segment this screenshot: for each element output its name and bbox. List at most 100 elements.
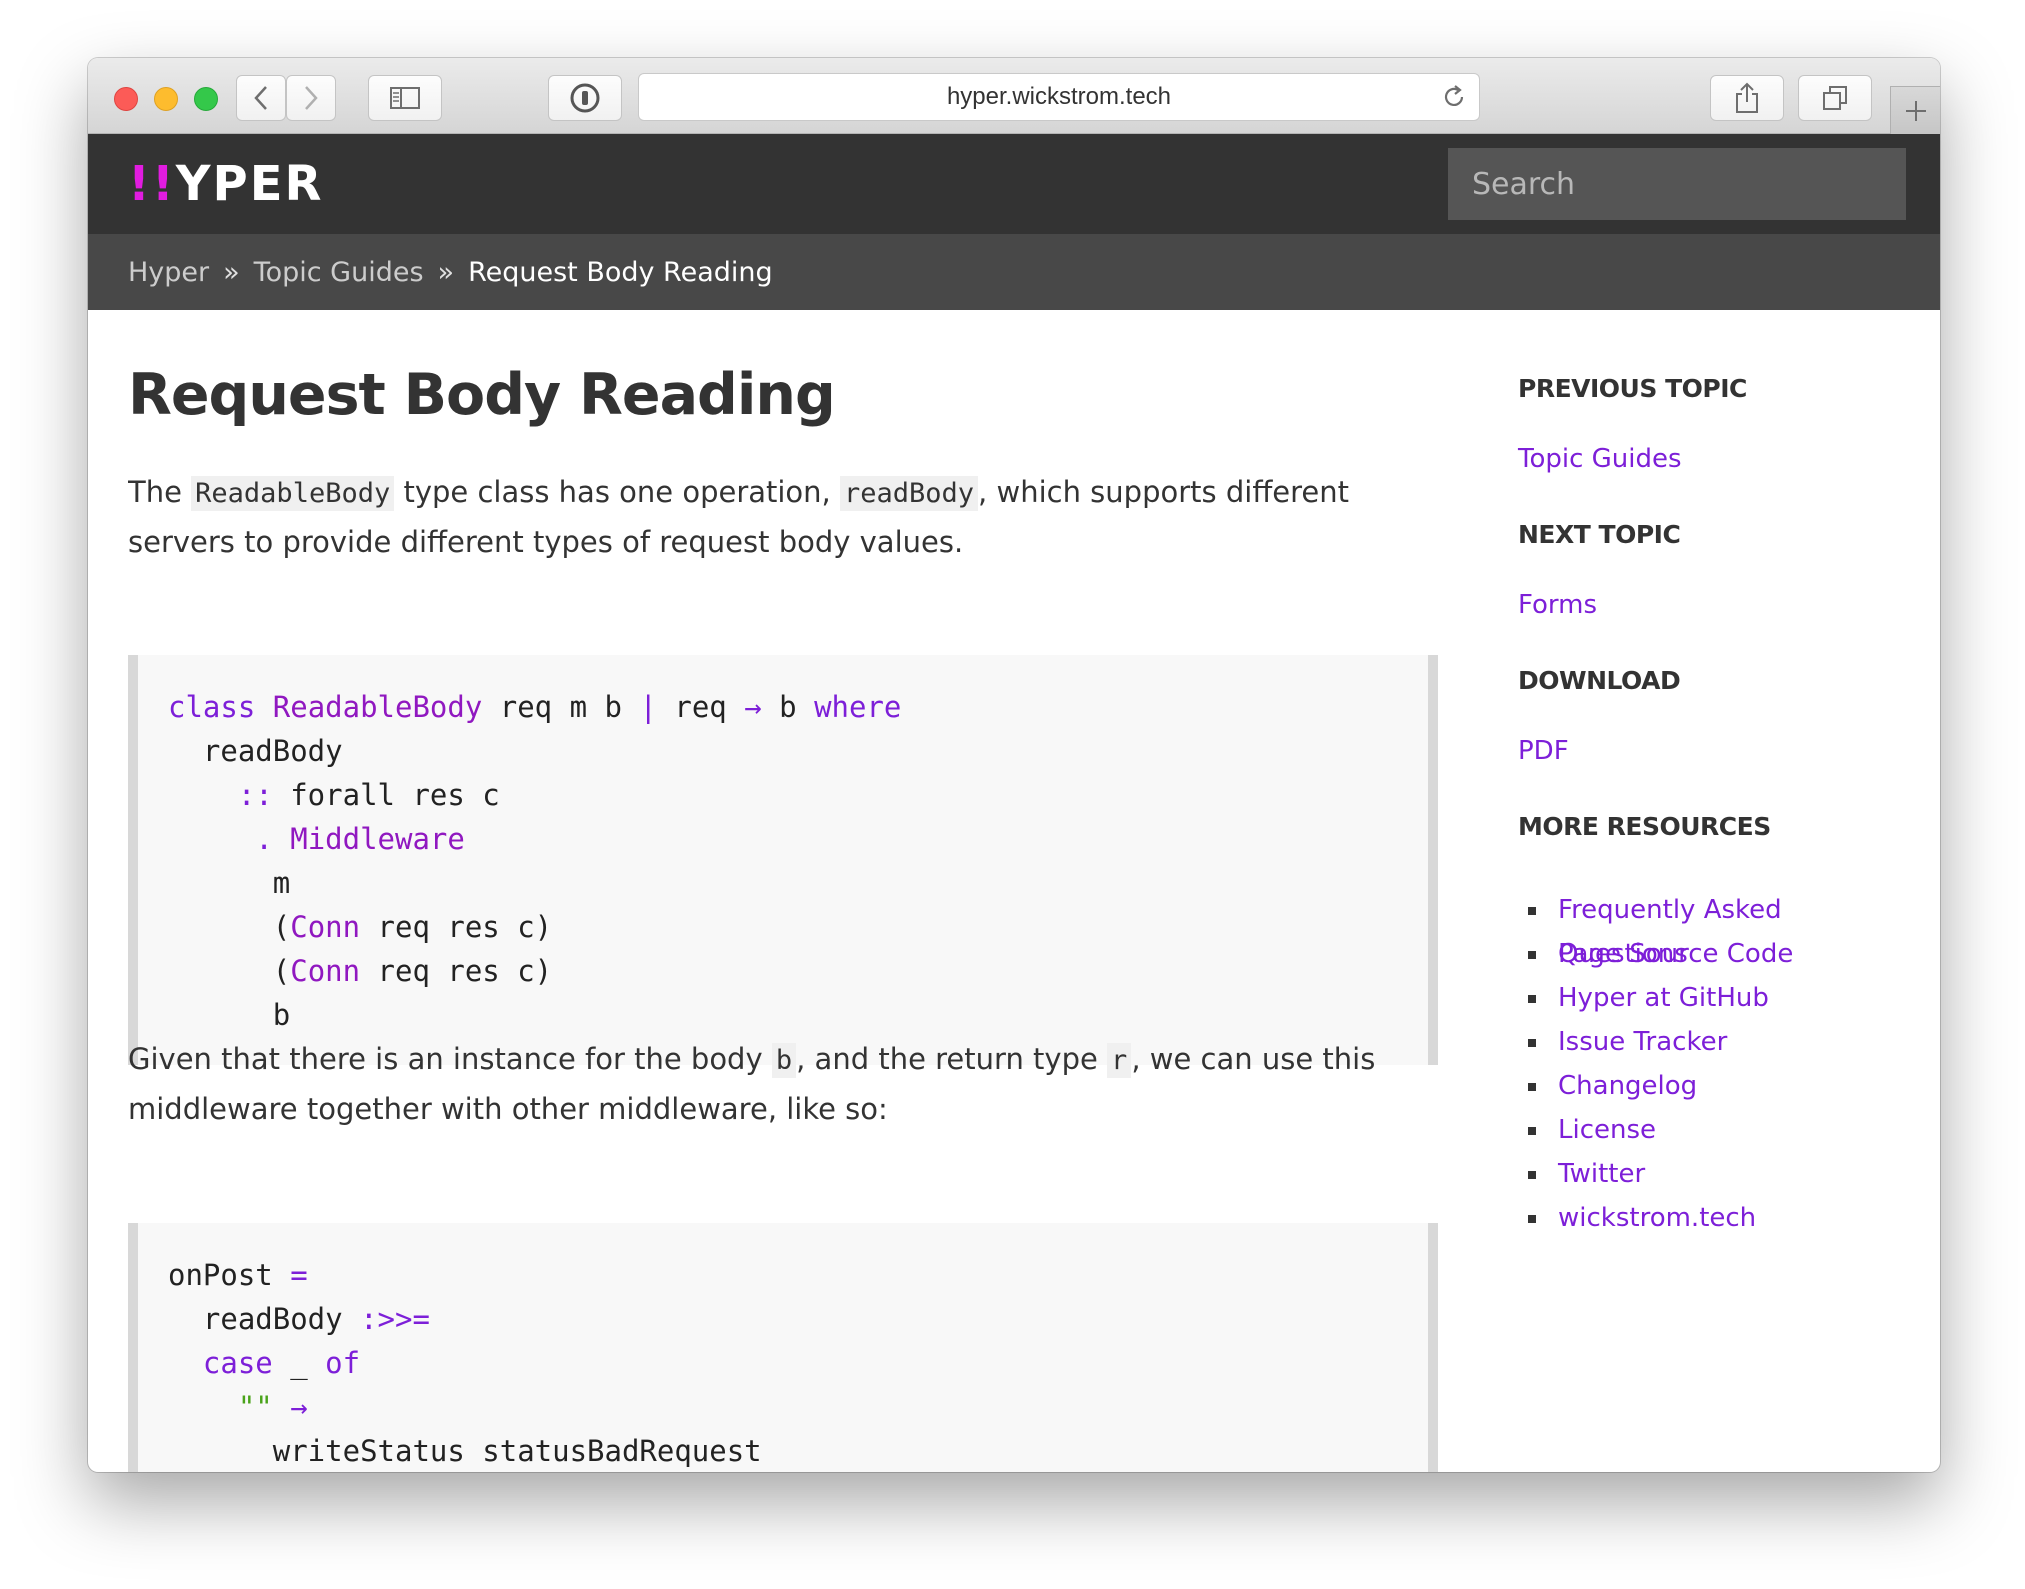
resource-link-page-source[interactable]: Page Source Code: [1558, 939, 1793, 969]
breadcrumb-separator: »: [223, 256, 240, 288]
next-topic-heading: NEXT TOPIC: [1518, 520, 1681, 549]
next-topic-link[interactable]: Forms: [1518, 590, 1597, 620]
resource-link-changelog[interactable]: Changelog: [1558, 1071, 1697, 1101]
code-text: req res c): [360, 910, 553, 944]
list-item: Frequently Asked Questions: [1518, 888, 1918, 969]
code-keyword: of: [325, 1346, 361, 1380]
code-text: forall res c: [272, 778, 500, 812]
code-text: readBody: [202, 1302, 361, 1336]
code: class ReadableBody req m b | req → b whe…: [168, 685, 1398, 1037]
code-text: b: [272, 998, 291, 1032]
list-item: License: [1518, 1108, 1918, 1152]
code-operator: ::: [237, 778, 273, 812]
tabs-icon: [1823, 86, 1847, 110]
code-text: _: [272, 1346, 326, 1380]
resources-list: Frequently Asked Questions Page Source C…: [1518, 888, 1918, 1240]
inline-code: ReadableBody: [191, 476, 395, 511]
chevron-right-icon: [305, 86, 318, 110]
code-text: (: [272, 910, 291, 944]
share-icon: [1736, 82, 1758, 113]
code-text: req: [656, 690, 745, 724]
address-bar-url: hyper.wickstrom.tech: [946, 83, 1172, 110]
code-keyword: case: [202, 1346, 273, 1380]
code-text: req m b: [482, 690, 640, 724]
inline-code: r: [1107, 1043, 1132, 1078]
code-text: writeStatus statusBadRequest: [272, 1434, 762, 1468]
zoom-window-button[interactable]: [194, 87, 218, 111]
logo-bang: !!: [128, 156, 176, 212]
search-input[interactable]: [1448, 148, 1906, 220]
code-string: "": [237, 1390, 273, 1424]
resource-link-issue-tracker[interactable]: Issue Tracker: [1558, 1027, 1727, 1057]
code-type: ReadableBody: [272, 690, 483, 724]
download-pdf-link[interactable]: PDF: [1518, 736, 1569, 766]
code-type: Conn: [290, 910, 361, 944]
address-bar[interactable]: hyper.wickstrom.tech: [638, 73, 1480, 121]
code-keyword: where: [814, 690, 902, 724]
code-block-usage: onPost = readBody :>>= case _ of "" → wr…: [128, 1223, 1438, 1472]
list-item: Changelog: [1518, 1064, 1918, 1108]
logo-text: YPER: [175, 156, 324, 212]
text: , and the return type: [796, 1042, 1108, 1076]
download-heading: DOWNLOAD: [1518, 666, 1681, 695]
previous-topic-link[interactable]: Topic Guides: [1518, 444, 1682, 474]
page-title: Request Body Reading: [128, 362, 836, 428]
new-tab-button[interactable]: [1890, 86, 1940, 134]
plus-icon: [1905, 100, 1926, 121]
share-button[interactable]: [1710, 75, 1784, 121]
code-text: b: [761, 690, 815, 724]
list-item: Hyper at GitHub: [1518, 976, 1918, 1020]
forward-button[interactable]: [286, 75, 336, 121]
breadcrumb-current: Request Body Reading: [468, 256, 773, 288]
code-operator: →: [744, 690, 762, 724]
breadcrumb-separator: »: [437, 256, 455, 288]
code-text: m: [272, 866, 291, 900]
list-item: wickstrom.tech: [1518, 1196, 1918, 1240]
list-item: Page Source Code: [1518, 932, 1918, 976]
resource-link-wickstrom[interactable]: wickstrom.tech: [1558, 1203, 1756, 1233]
password-button[interactable]: [548, 75, 622, 121]
reload-icon[interactable]: [1441, 84, 1467, 110]
code-text: readBody: [202, 734, 343, 768]
breadcrumb-topic-guides[interactable]: Topic Guides: [254, 257, 424, 288]
previous-topic-heading: PREVIOUS TOPIC: [1518, 374, 1747, 403]
chevron-left-icon: [254, 86, 267, 110]
browser-window: hyper.wickstrom.tech !!YPER Hyper » Topi…: [88, 58, 1940, 1472]
intro-paragraph: The ReadableBody type class has one oper…: [128, 468, 1438, 566]
minimize-window-button[interactable]: [154, 87, 178, 111]
code-operator: |: [639, 690, 657, 724]
more-resources-heading: MORE RESOURCES: [1518, 812, 1771, 841]
code-operator: :>>=: [360, 1302, 430, 1336]
code-type: Conn: [290, 954, 361, 988]
inline-code: readBody: [840, 476, 979, 511]
code-text: req res c): [360, 954, 553, 988]
site-logo[interactable]: !!YPER: [128, 156, 323, 212]
code: onPost = readBody :>>= case _ of "" → wr…: [168, 1253, 1398, 1472]
code-operator: .: [255, 822, 273, 856]
list-item: Issue Tracker: [1518, 1020, 1918, 1064]
resource-link-license[interactable]: License: [1558, 1115, 1656, 1145]
code-text: onPost: [168, 1258, 291, 1292]
sidebar: PREVIOUS TOPIC Topic Guides NEXT TOPIC F…: [1518, 310, 1918, 1472]
resource-link-twitter[interactable]: Twitter: [1558, 1159, 1645, 1189]
site-header: !!YPER: [88, 134, 1940, 234]
sidebar-icon: [390, 87, 420, 109]
inline-code: b: [771, 1043, 797, 1078]
breadcrumb: Hyper » Topic Guides » Request Body Read…: [88, 234, 1940, 310]
resource-link-github[interactable]: Hyper at GitHub: [1558, 983, 1769, 1013]
text: type class has one operation,: [394, 475, 840, 509]
code-type: Middleware: [290, 822, 465, 856]
sidebar-toggle-button[interactable]: [368, 75, 442, 121]
text: Given that there is an instance for the …: [128, 1042, 772, 1076]
breadcrumb-hyper[interactable]: Hyper: [128, 257, 209, 288]
code-block-class: class ReadableBody req m b | req → b whe…: [128, 655, 1438, 1065]
text: The: [128, 475, 192, 509]
back-button[interactable]: [236, 75, 286, 121]
tabs-overview-button[interactable]: [1798, 75, 1872, 121]
code-operator: →: [290, 1390, 308, 1424]
code-operator: =: [290, 1258, 308, 1292]
close-window-button[interactable]: [114, 87, 138, 111]
code-keyword: class: [168, 690, 256, 724]
browser-toolbar: hyper.wickstrom.tech: [88, 58, 1940, 134]
usage-paragraph: Given that there is an instance for the …: [128, 1035, 1438, 1133]
